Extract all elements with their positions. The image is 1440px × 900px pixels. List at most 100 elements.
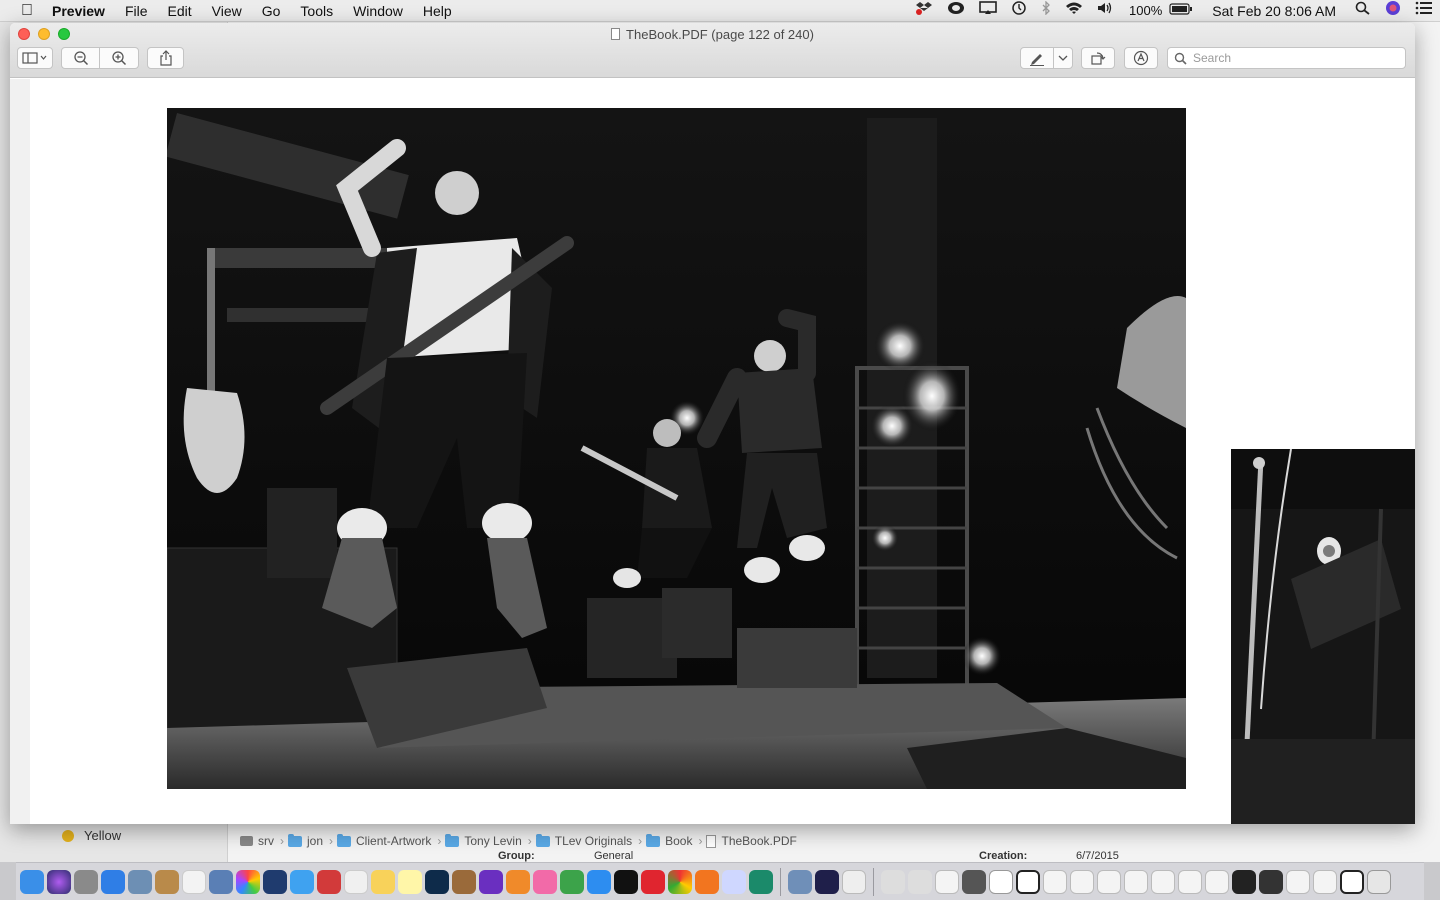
photo-booth-icon[interactable]: [317, 869, 341, 894]
finder-icon[interactable]: [20, 869, 44, 894]
minimized-window-thumbnail[interactable]: [1178, 869, 1202, 894]
system-preferences-icon[interactable]: [74, 869, 98, 894]
path-label: srv: [258, 834, 274, 848]
minimized-window-thumbnail[interactable]: [935, 869, 959, 894]
share-button[interactable]: [147, 47, 184, 69]
markup-menu-button[interactable]: [1053, 47, 1073, 69]
path-label: Book: [665, 834, 693, 848]
airplay-icon[interactable]: [972, 0, 1004, 22]
bbedit-icon[interactable]: [722, 869, 746, 894]
minimized-window-thumbnail[interactable]: [1043, 869, 1067, 894]
path-item-thebook-pdf[interactable]: TheBook.PDF: [706, 834, 797, 848]
xcode-icon[interactable]: [263, 869, 287, 894]
menu-file[interactable]: File: [115, 0, 158, 22]
minimized-window-thumbnail[interactable]: [1097, 869, 1121, 894]
dropbox-status-icon[interactable]: [908, 0, 940, 22]
spotlight-icon[interactable]: [1348, 0, 1378, 22]
textedit-icon[interactable]: [842, 869, 866, 894]
firefox-icon[interactable]: [695, 869, 719, 894]
calendar-icon[interactable]: [182, 869, 206, 894]
menu-edit[interactable]: Edit: [158, 0, 202, 22]
menu-go[interactable]: Go: [252, 0, 291, 22]
sidebar-tag-yellow[interactable]: Yellow: [62, 828, 121, 843]
markup-button[interactable]: [1020, 47, 1054, 69]
inkscape-icon[interactable]: [749, 869, 773, 894]
dock-separator: [780, 867, 781, 896]
rotate-icon: [1091, 52, 1106, 65]
concert-photo: [167, 108, 1186, 789]
minimized-window-thumbnail[interactable]: [1286, 869, 1310, 894]
search-field[interactable]: [1167, 47, 1406, 69]
messages-icon[interactable]: [290, 869, 314, 894]
zoom-in-button[interactable]: [99, 47, 139, 69]
minimized-window-thumbnail[interactable]: [989, 869, 1013, 894]
minimized-window-thumbnail[interactable]: [1313, 869, 1337, 894]
preview-icon[interactable]: [452, 869, 476, 894]
menu-app-name[interactable]: Preview: [42, 0, 115, 22]
folder-icon: [535, 833, 550, 847]
minimized-window-thumbnail[interactable]: [1151, 869, 1175, 894]
amazon-music-icon[interactable]: [815, 869, 839, 894]
pages-icon[interactable]: [371, 869, 395, 894]
notification-center-icon[interactable]: [1408, 0, 1440, 22]
minimized-window-thumbnail[interactable]: [1016, 869, 1040, 894]
wifi-icon[interactable]: [1058, 0, 1090, 22]
help-icon[interactable]: [881, 869, 905, 894]
launchpad-icon[interactable]: [128, 869, 152, 894]
sidebar-toggle-button[interactable]: [17, 47, 53, 69]
apple-menu-icon[interactable]: : [12, 2, 42, 20]
minimized-window-thumbnail[interactable]: [1124, 869, 1148, 894]
path-item-book[interactable]: Book: [646, 833, 693, 848]
time-machine-icon[interactable]: [1004, 0, 1034, 22]
clock[interactable]: Sat Feb 20 8:06 AM: [1200, 0, 1348, 22]
secondary-photo-image: [1231, 449, 1415, 824]
books-icon[interactable]: [506, 869, 530, 894]
siri-icon[interactable]: [1378, 0, 1408, 22]
annotate-button[interactable]: [1124, 47, 1158, 69]
battery-icon[interactable]: [1169, 0, 1200, 22]
minimized-window-thumbnail[interactable]: [1070, 869, 1094, 894]
trash-icon[interactable]: [1367, 869, 1391, 894]
path-item-client-artwork[interactable]: Client-Artwork: [337, 833, 431, 848]
mail-icon[interactable]: [209, 869, 233, 894]
path-item-jon[interactable]: jon: [288, 833, 323, 848]
scanner-icon[interactable]: [788, 869, 812, 894]
menu-tools[interactable]: Tools: [290, 0, 343, 22]
opera-icon[interactable]: [641, 869, 665, 894]
music-icon[interactable]: [533, 869, 557, 894]
pdf-file-icon: [706, 834, 717, 848]
folder-icon: [337, 833, 352, 847]
menu-help[interactable]: Help: [413, 0, 462, 22]
minimized-window-thumbnail[interactable]: [1259, 869, 1283, 894]
path-item-srv[interactable]: srv: [240, 834, 274, 848]
terminal-icon[interactable]: [614, 869, 638, 894]
contacts-icon[interactable]: [155, 869, 179, 894]
minimized-window-thumbnail[interactable]: [1232, 869, 1256, 894]
imovie-icon[interactable]: [479, 869, 503, 894]
chrome-icon[interactable]: [668, 869, 692, 894]
window-title: TheBook.PDF (page 122 of 240): [10, 27, 1415, 42]
path-item-tlev-originals[interactable]: TLev Originals: [535, 833, 632, 848]
creative-cloud-icon[interactable]: [940, 0, 972, 22]
app-store-icon[interactable]: [587, 869, 611, 894]
volume-icon[interactable]: [1090, 0, 1122, 22]
siri-icon[interactable]: [47, 869, 71, 894]
menu-window[interactable]: Window: [343, 0, 413, 22]
menu-view[interactable]: View: [202, 0, 252, 22]
rotate-button[interactable]: [1081, 47, 1115, 69]
safari-icon[interactable]: [101, 869, 125, 894]
path-item-tony-levin[interactable]: Tony Levin: [445, 833, 522, 848]
minimized-window-thumbnail[interactable]: [1205, 869, 1229, 894]
notes-icon[interactable]: [398, 869, 422, 894]
minimized-window-thumbnail[interactable]: [1340, 869, 1364, 894]
excel-icon[interactable]: [560, 869, 584, 894]
minimized-window-thumbnail[interactable]: [962, 869, 986, 894]
zoom-out-button[interactable]: [61, 47, 100, 69]
help-icon[interactable]: [908, 869, 932, 894]
numbers-icon[interactable]: [344, 869, 368, 894]
photoshop-icon[interactable]: [425, 869, 449, 894]
photos-icon[interactable]: [236, 869, 260, 894]
search-input[interactable]: [1193, 51, 1393, 65]
bluetooth-icon[interactable]: [1034, 0, 1058, 22]
concert-photo-image: [167, 108, 1186, 789]
